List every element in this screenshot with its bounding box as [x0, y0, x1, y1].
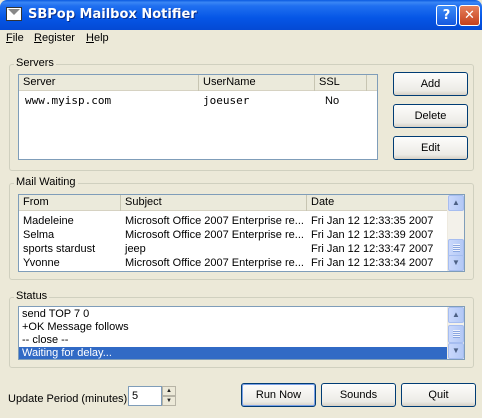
status-line[interactable]: -- close -- [19, 334, 447, 347]
status-scrollbar[interactable]: ▲ ▼ [447, 307, 464, 359]
servers-group-label: Servers [14, 57, 56, 69]
server-cell: www.myisp.com [25, 94, 112, 107]
username-cell: joeuser [203, 94, 250, 107]
status-group-label: Status [14, 290, 50, 302]
menu-help[interactable]: Help [86, 32, 109, 44]
server-row[interactable]: www.myisp.com joeuser No [19, 94, 377, 108]
column-server[interactable]: Server [19, 75, 199, 91]
ssl-cell: No [325, 95, 340, 107]
mail-row[interactable]: Yvonne Microsoft Office 2007 Enterprise … [19, 256, 447, 270]
mail-date: Fri Jan 12 12:33:34 2007 [311, 257, 434, 269]
column-username[interactable]: UserName [199, 75, 315, 91]
update-period-input[interactable]: 5 [128, 386, 162, 406]
mail-waiting-group-label: Mail Waiting [14, 176, 78, 188]
status-line[interactable]: +OK Message follows [19, 321, 447, 334]
mail-from: Madeleine [23, 215, 74, 227]
mail-subject: Microsoft Office 2007 Enterprise re... [125, 215, 304, 227]
quit-button[interactable]: Quit [401, 383, 476, 407]
mail-from: Yvonne [23, 257, 60, 269]
edit-button[interactable]: Edit [393, 136, 468, 160]
status-list[interactable]: send TOP 7 0 +OK Message follows -- clos… [18, 306, 465, 360]
scroll-up-arrow-icon[interactable]: ▲ [448, 307, 464, 323]
sounds-button[interactable]: Sounds [321, 383, 396, 407]
mail-date: Fri Jan 12 12:33:35 2007 [311, 215, 434, 227]
menu-bar: File Register Help [0, 30, 482, 48]
mail-from: sports stardust [23, 243, 96, 255]
help-button[interactable]: ? [436, 5, 457, 26]
close-button[interactable]: ✕ [459, 5, 480, 26]
status-line[interactable]: send TOP 7 0 [19, 308, 447, 321]
delete-button[interactable]: Delete [393, 104, 468, 128]
run-now-button[interactable]: Run Now [241, 383, 316, 407]
envelope-icon [6, 7, 22, 21]
servers-list[interactable]: Server UserName SSL www.myisp.com joeuse… [18, 74, 378, 160]
mail-date: Fri Jan 12 12:33:39 2007 [311, 229, 434, 241]
column-subject[interactable]: Subject [121, 195, 307, 211]
mail-row[interactable]: sports stardust jeep Fri Jan 12 12:33:47… [19, 242, 447, 256]
mail-list-header: From Subject Date [19, 195, 449, 211]
scroll-down-arrow-icon[interactable]: ▼ [448, 343, 464, 359]
spin-down-arrow-icon[interactable]: ▼ [162, 396, 176, 406]
mail-subject: jeep [125, 243, 146, 255]
main-window: SBPop Mailbox Notifier ? ✕ File Register… [0, 0, 482, 418]
add-button[interactable]: Add [393, 72, 468, 96]
mail-subject: Microsoft Office 2007 Enterprise re... [125, 257, 304, 269]
update-period-label: Update Period (minutes): [8, 393, 131, 405]
status-line-selected[interactable]: Waiting for delay... [19, 347, 447, 359]
mail-list[interactable]: From Subject Date Madeleine Microsoft Of… [18, 194, 465, 272]
spin-up-arrow-icon[interactable]: ▲ [162, 386, 176, 396]
title-bar[interactable]: SBPop Mailbox Notifier ? ✕ [0, 0, 482, 30]
mail-scrollbar[interactable]: ▲ ▼ [447, 195, 464, 271]
column-from[interactable]: From [19, 195, 121, 211]
window-title: SBPop Mailbox Notifier [28, 7, 197, 22]
servers-list-header: Server UserName SSL [19, 75, 377, 91]
column-date[interactable]: Date [307, 195, 449, 211]
mail-row[interactable]: Madeleine Microsoft Office 2007 Enterpri… [19, 214, 447, 228]
scroll-up-arrow-icon[interactable]: ▲ [448, 195, 464, 211]
menu-register[interactable]: Register [34, 32, 75, 44]
mail-from: Selma [23, 229, 55, 241]
scroll-down-arrow-icon[interactable]: ▼ [448, 255, 464, 271]
menu-file[interactable]: File [6, 32, 24, 44]
mail-row[interactable]: Selma Microsoft Office 2007 Enterprise r… [19, 228, 447, 242]
status-scroll-thumb[interactable] [448, 325, 464, 343]
column-ssl[interactable]: SSL [315, 75, 367, 91]
mail-date: Fri Jan 12 12:33:47 2007 [311, 243, 434, 255]
mail-subject: Microsoft Office 2007 Enterprise re... [125, 229, 304, 241]
